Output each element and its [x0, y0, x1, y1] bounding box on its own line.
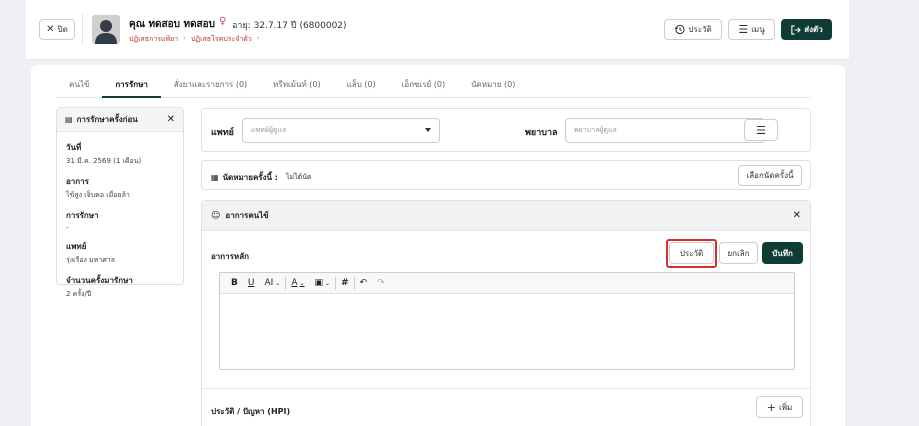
highlight-icon[interactable]: ▣ ⌄	[310, 278, 336, 288]
list-icon: ☰	[756, 123, 766, 137]
smiley-icon: ☺	[211, 210, 221, 221]
nurse-label: พยาบาล	[525, 128, 558, 138]
exit-arrow-icon	[791, 24, 802, 35]
close-icon[interactable]: ✕	[793, 210, 801, 221]
tab-patient[interactable]: คนไข้	[56, 65, 102, 98]
redo-icon[interactable]: ↷	[372, 278, 390, 288]
previous-treatment-header: ▤ การรักษาครั้งก่อน ✕	[57, 108, 183, 132]
doctor-label: แพทย์	[211, 128, 234, 138]
hn-number: (6800002)	[299, 21, 347, 31]
calendar-icon: ▦	[211, 173, 219, 182]
header-divider	[82, 14, 83, 45]
allergy-drug: ปฏิเสธการแพ้ยา	[129, 35, 179, 43]
tab-xray[interactable]: เอ็กซเรย์ (0)	[389, 65, 458, 98]
close-icon: ✕	[46, 24, 55, 35]
prev-symptom-label: อาการ	[66, 177, 89, 186]
tab-lab[interactable]: แล็บ (0)	[334, 65, 389, 98]
add-hpi-button[interactable]: + เพิ่ม	[756, 396, 803, 418]
history-label: ประวัติ	[688, 25, 712, 34]
tab-bar: คนไข้ การรักษา สั่งยาและรายการ (0) ทรีทเ…	[56, 65, 811, 98]
tab-appointments[interactable]: นัดหมาย (0)	[458, 65, 528, 98]
prev-treatment-value: -	[66, 224, 69, 232]
hamburger-icon: ☰	[738, 23, 749, 36]
appointment-value: ไม่ได้นัด	[286, 173, 312, 181]
chevron-right-icon: ›	[256, 34, 260, 42]
prev-date-label: วันที่	[66, 143, 82, 152]
staff-list-button[interactable]: ☰	[744, 119, 778, 141]
previous-treatment-title: การรักษาครั้งก่อน	[76, 115, 138, 124]
select-appointment-button[interactable]: เลือกนัดครั้งนี้	[738, 165, 802, 186]
patient-name: คุณ ทดสอบ ทดสอบ	[129, 19, 216, 30]
menu-label: เมนู	[751, 25, 765, 34]
close-label: ปิด	[57, 25, 68, 34]
font-color-icon[interactable]: A ⌄	[286, 278, 309, 288]
editor-toolbar: B U AI ⌄ A ⌄ ▣ ⌄ # ↶ ↷	[220, 273, 794, 294]
symptom-history-button[interactable]: ประวัติ	[669, 242, 714, 264]
prev-doctor-label: แพทย์	[66, 242, 87, 251]
previous-treatment-card: ▤ การรักษาครั้งก่อน ✕ วันที่ 31 มี.ค. 25…	[56, 107, 184, 298]
nurse-select[interactable]: พยาบาลผู้ดูแล	[565, 118, 765, 143]
staff-box: แพทย์ แพทย์ผู้ดูแล พยาบาล พยาบาลผู้ดูแล …	[201, 108, 811, 152]
main-card: คนไข้ การรักษา สั่งยาและรายการ (0) ทรีทเ…	[31, 65, 845, 426]
top-header: ✕ ปิด คุณ ทดสอบ ทดสอบ ♀ อายุ: 32.7.17 ปี…	[26, 0, 849, 60]
appointment-label: นัดหมายครั้งนี้ :	[222, 173, 278, 182]
tab-orders[interactable]: สั่งยาและรายการ (0)	[161, 65, 260, 98]
close-icon[interactable]: ✕	[167, 114, 175, 125]
menu-button[interactable]: ☰ เมนู	[728, 19, 775, 40]
previous-treatment-body: วันที่ 31 มี.ค. 2569 (1 เดือน) อาการ ไข้…	[57, 132, 183, 305]
bold-icon[interactable]: B	[226, 278, 243, 288]
send-label: ส่งตัว	[804, 25, 823, 34]
allergy-disease: ปฏิเสธโรคประจำตัว	[190, 35, 252, 43]
appointment-label-wrap: ▦ นัดหมายครั้งนี้ :	[211, 171, 278, 184]
prev-doctor-value: รุ่งเรือง มหาศาล	[66, 256, 115, 264]
calendar-icon: ▤	[65, 115, 73, 124]
tab-treatment[interactable]: การรักษา	[102, 65, 161, 98]
history-icon	[674, 24, 685, 35]
symptoms-section: ☺ อาการคนไข้ ✕ อาการหลัก ประวัติ ยกเลิก …	[201, 200, 812, 426]
close-button[interactable]: ✕ ปิด	[39, 19, 75, 40]
main-symptom-label: อาการหลัก	[211, 252, 249, 261]
female-gender-icon: ♀	[219, 16, 227, 27]
cancel-button[interactable]: ยกเลิก	[719, 242, 758, 264]
rich-text-editor[interactable]: B U AI ⌄ A ⌄ ▣ ⌄ # ↶ ↷	[219, 272, 795, 370]
symptoms-title: อาการคนไข้	[225, 211, 269, 220]
add-label: เพิ่ม	[778, 402, 793, 412]
save-button[interactable]: บันทึก	[762, 242, 803, 264]
symptoms-header: ☺ อาการคนไข้ ✕	[202, 201, 810, 231]
allergy-row: ปฏิเสธการแพ้ยา › ปฏิเสธโรคประจำตัว ›	[129, 34, 260, 45]
history-button[interactable]: ประวัติ	[664, 19, 722, 40]
patient-age: อายุ: 32.7.17 ปี (6800002)	[232, 18, 347, 32]
text-size-icon[interactable]: AI ⌄	[259, 278, 285, 288]
avatar-user-icon	[92, 15, 120, 44]
caret-down-icon	[425, 128, 431, 132]
chevron-right-icon: ›	[183, 34, 186, 42]
prev-symptom-value: ไข้สูง เจ็บคอ เมื่อยล้า	[66, 191, 130, 199]
send-button[interactable]: ส่งตัว	[781, 19, 832, 40]
prev-treatment-label: การรักษา	[66, 211, 99, 220]
hashtag-icon[interactable]: #	[336, 278, 354, 288]
age-text: อายุ: 32.7.17 ปี	[232, 21, 297, 31]
doctor-select[interactable]: แพทย์ผู้ดูแล	[242, 118, 440, 143]
nurse-placeholder: พยาบาลผู้ดูแล	[574, 126, 617, 134]
prev-visits-label: จำนวนครั้งมารักษา	[66, 276, 133, 285]
appointment-box: ▦ นัดหมายครั้งนี้ : ไม่ได้นัด เลือกนัดคร…	[201, 160, 811, 190]
plus-icon: +	[766, 400, 776, 414]
doctor-placeholder: แพทย์ผู้ดูแล	[251, 126, 287, 134]
hpi-label: ประวัติ / ปัญหา (HPI)	[211, 407, 291, 416]
underline-icon[interactable]: U	[243, 278, 260, 288]
hpi-row: ประวัติ / ปัญหา (HPI) + เพิ่ม	[202, 388, 812, 426]
prev-visits-value: 2 ครั้ง/ปี	[66, 290, 92, 298]
tab-treatments[interactable]: ทรีทเม้นท์ (0)	[260, 65, 333, 98]
undo-icon[interactable]: ↶	[355, 278, 373, 288]
avatar	[92, 15, 120, 44]
prev-date-value: 31 มี.ค. 2569 (1 เดือน)	[66, 157, 142, 165]
